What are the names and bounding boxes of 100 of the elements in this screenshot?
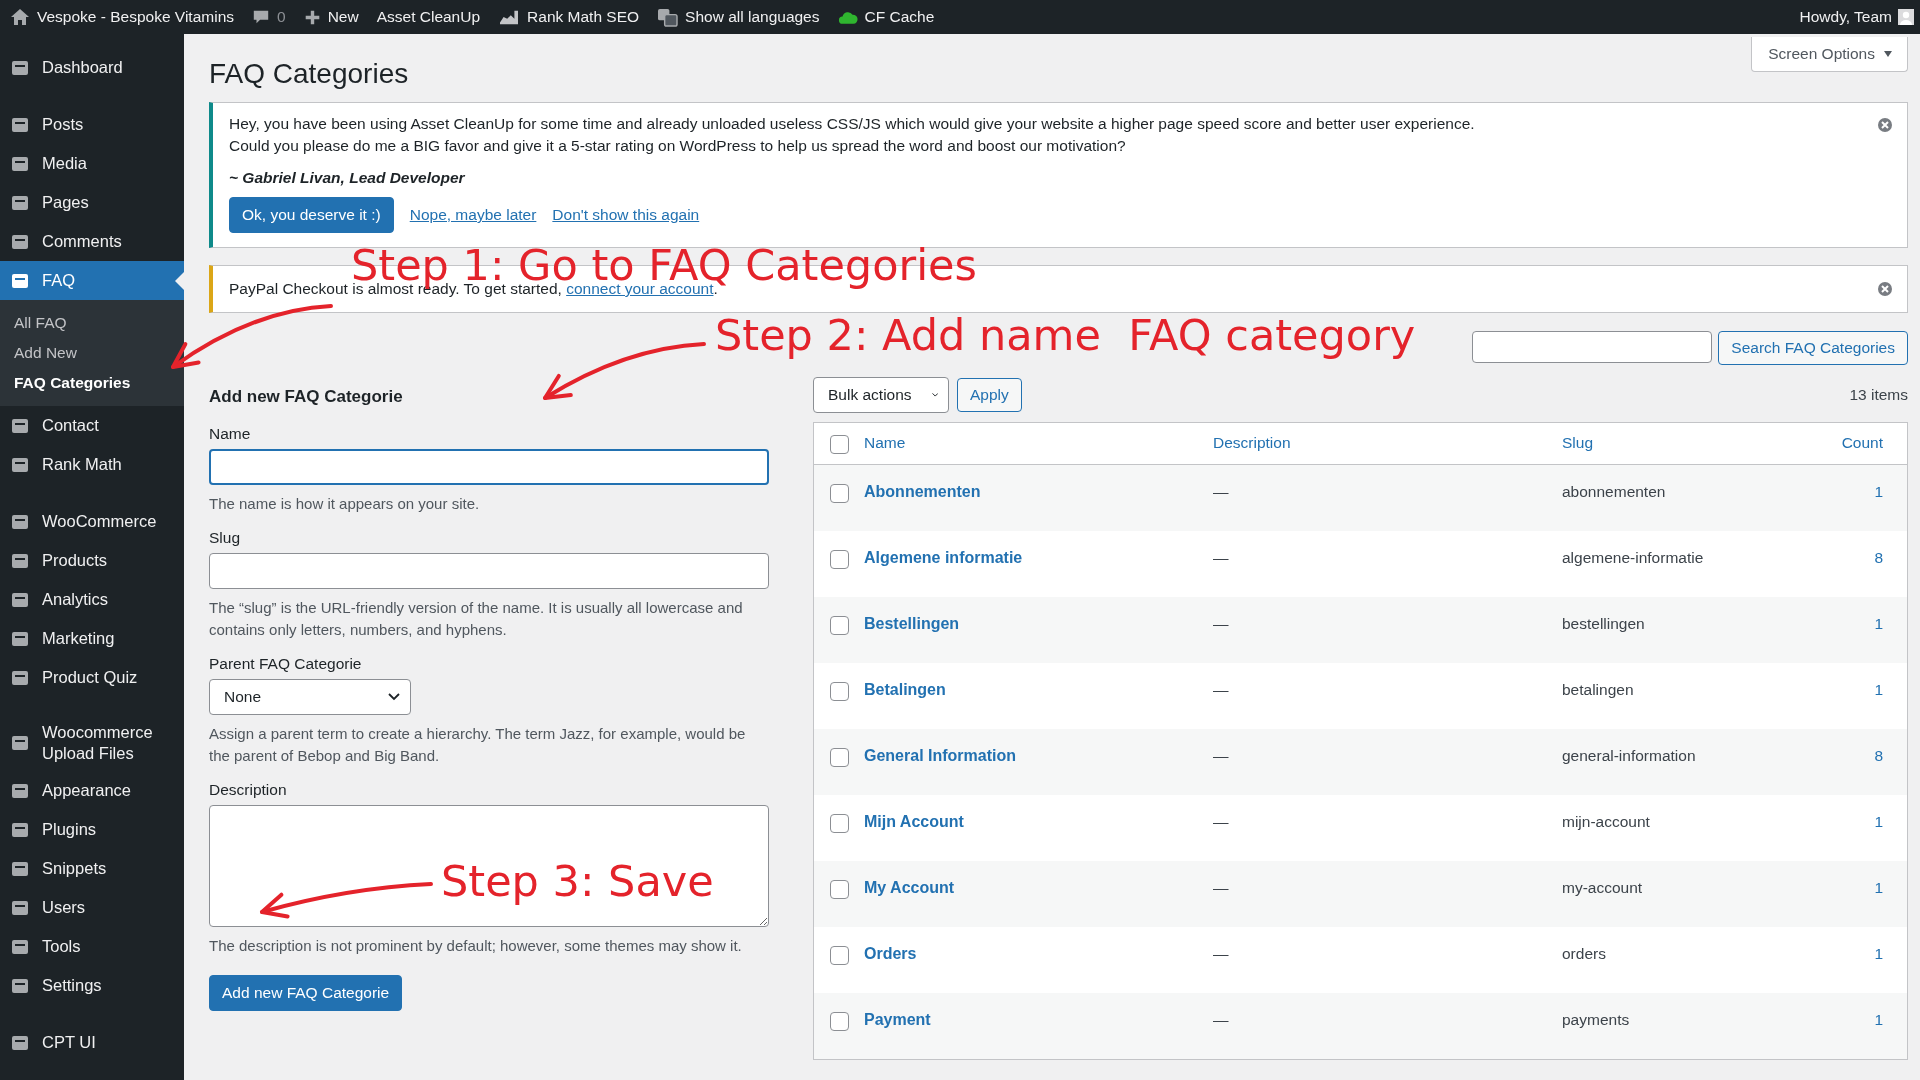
category-link[interactable]: Payment: [864, 1011, 931, 1028]
table-cell: payments: [1562, 1011, 1630, 1028]
menu-item[interactable]: Analytics: [0, 580, 184, 619]
menu-item[interactable]: Marketing: [0, 619, 184, 658]
item-count: 13 items: [1849, 386, 1908, 404]
admin-bar-link[interactable]: New: [303, 8, 359, 26]
column-header[interactable]: Slug: [1562, 434, 1812, 452]
count-link[interactable]: 8: [1874, 747, 1883, 764]
menu-item[interactable]: Products: [0, 541, 184, 580]
signature-text: ~ Gabriel Livan, Lead Developer: [229, 169, 466, 187]
menu-item[interactable]: Pages: [0, 183, 184, 222]
category-link[interactable]: Mijn Account: [864, 813, 964, 830]
row-checkbox[interactable]: [829, 682, 849, 701]
parent-dropdown[interactable]: None: [209, 679, 411, 715]
screen-options-button[interactable]: Screen Options: [1751, 37, 1908, 72]
column-header[interactable]: Count: [1812, 434, 1907, 452]
menu-item[interactable]: Posts: [0, 105, 184, 144]
row-checkbox[interactable]: [829, 814, 849, 833]
menu-item[interactable]: FAQ: [0, 261, 184, 300]
admin-bar-link[interactable]: Asset CleanUp: [376, 8, 481, 26]
help-text: The name is how it appears on your site.: [209, 494, 481, 514]
column-header[interactable]: Description: [1213, 434, 1562, 452]
menu-item[interactable]: Settings: [0, 966, 184, 1005]
category-link[interactable]: Abonnementen: [864, 483, 981, 500]
row-checkbox[interactable]: [829, 880, 849, 899]
submenu-item[interactable]: Add New: [0, 338, 184, 368]
avatar-icon: [1898, 9, 1914, 25]
menu-item[interactable]: CPT UI: [0, 1023, 184, 1062]
count-link[interactable]: 1: [1874, 483, 1883, 500]
account-link[interactable]: Howdy, Team: [1799, 8, 1892, 26]
text-field[interactable]: [209, 449, 769, 485]
menu-item[interactable]: Appearance: [0, 771, 184, 810]
table-cell: —: [1213, 681, 1229, 698]
count-link[interactable]: 1: [1874, 1011, 1883, 1028]
menu-item[interactable]: WooCommerce: [0, 502, 184, 541]
house-icon: [10, 7, 30, 27]
site-link[interactable]: Vespoke - Bespoke Vitamins: [10, 7, 235, 27]
connect-link[interactable]: connect your account: [566, 280, 714, 297]
admin-bar-link[interactable]: Show all languages: [657, 7, 820, 27]
row-checkbox[interactable]: [829, 946, 849, 965]
menu-item[interactable]: Rank Math: [0, 445, 184, 484]
category-link[interactable]: Betalingen: [864, 681, 946, 698]
menu-item[interactable]: Product Quiz: [0, 658, 184, 697]
category-link[interactable]: My Account: [864, 879, 955, 896]
admin-bar-link[interactable]: CF Cache: [837, 8, 935, 26]
select-all-checkbox[interactable]: [829, 435, 849, 454]
notice-link[interactable]: Don't show this again: [552, 206, 700, 224]
rate-button[interactable]: Ok, you deserve it :): [229, 197, 394, 233]
page-title: FAQ Categories: [209, 58, 409, 90]
row-checkbox[interactable]: [829, 484, 849, 503]
menu-item[interactable]: Woocommerce Upload Files: [0, 715, 184, 771]
close-icon[interactable]: [1877, 281, 1893, 297]
row-checkbox[interactable]: [829, 748, 849, 767]
menu-item[interactable]: Contact: [0, 406, 184, 445]
table-cell: mijn-account: [1562, 813, 1650, 830]
field-label: Slug: [209, 529, 242, 547]
search-button[interactable]: Search FAQ Categories: [1718, 331, 1908, 365]
row-checkbox[interactable]: [829, 1012, 849, 1031]
count-link[interactable]: 1: [1874, 615, 1883, 632]
category-link[interactable]: Algemene informatie: [864, 549, 1023, 566]
description-field[interactable]: [209, 805, 769, 927]
menu-item[interactable]: Media: [0, 144, 184, 183]
menu-item[interactable]: Tools: [0, 927, 184, 966]
row-checkbox[interactable]: [829, 550, 849, 569]
menu-item[interactable]: Users: [0, 888, 184, 927]
table-cell: —: [1213, 1011, 1229, 1028]
count-link[interactable]: 1: [1874, 879, 1883, 896]
bar-chart-icon: [498, 8, 521, 26]
menu-item[interactable]: Plugins: [0, 810, 184, 849]
search-field[interactable]: [1472, 331, 1713, 363]
count-link[interactable]: 1: [1874, 945, 1883, 962]
table-cell: —: [1213, 747, 1229, 764]
table-cell: —: [1213, 879, 1229, 896]
text-field[interactable]: [209, 553, 769, 589]
admin-bar-link[interactable]: Rank Math SEO: [498, 8, 640, 26]
cloud-icon: [837, 9, 858, 25]
category-link[interactable]: Orders: [864, 945, 917, 962]
count-link[interactable]: 1: [1874, 813, 1883, 830]
field-label: Description: [209, 781, 288, 799]
notice-text: Could you please do me a BIG favor and give it a 5-star rating on WordPress to help us spread the word and boost our motivation?: [229, 136, 1127, 156]
category-link[interactable]: General Information: [864, 747, 1017, 764]
notice-link[interactable]: Nope, maybe later: [409, 206, 537, 224]
count-link[interactable]: 1: [1874, 681, 1883, 698]
bulk-actions-dropdown[interactable]: Bulk actions: [813, 377, 949, 413]
menu-item[interactable]: Snippets: [0, 849, 184, 888]
count-link[interactable]: 8: [1874, 549, 1883, 566]
row-checkbox[interactable]: [829, 616, 849, 635]
close-icon[interactable]: [1877, 117, 1893, 133]
column-header[interactable]: Name: [864, 434, 1213, 452]
add-category-button[interactable]: Add new FAQ Categorie: [209, 975, 403, 1011]
submenu-item[interactable]: FAQ Categories: [0, 368, 184, 398]
square-icon: [10, 733, 30, 753]
menu-item[interactable]: Dashboard: [0, 48, 184, 87]
submenu-item[interactable]: All FAQ: [0, 308, 184, 338]
comments-link[interactable]: 0: [252, 8, 286, 26]
table-cell: —: [1213, 483, 1229, 500]
menu-item[interactable]: Comments: [0, 222, 184, 261]
category-link[interactable]: Bestellingen: [864, 615, 960, 632]
apply-button[interactable]: Apply: [957, 378, 1022, 412]
help-text: The description is not prominent by default; however, some themes may show it.: [209, 936, 743, 956]
